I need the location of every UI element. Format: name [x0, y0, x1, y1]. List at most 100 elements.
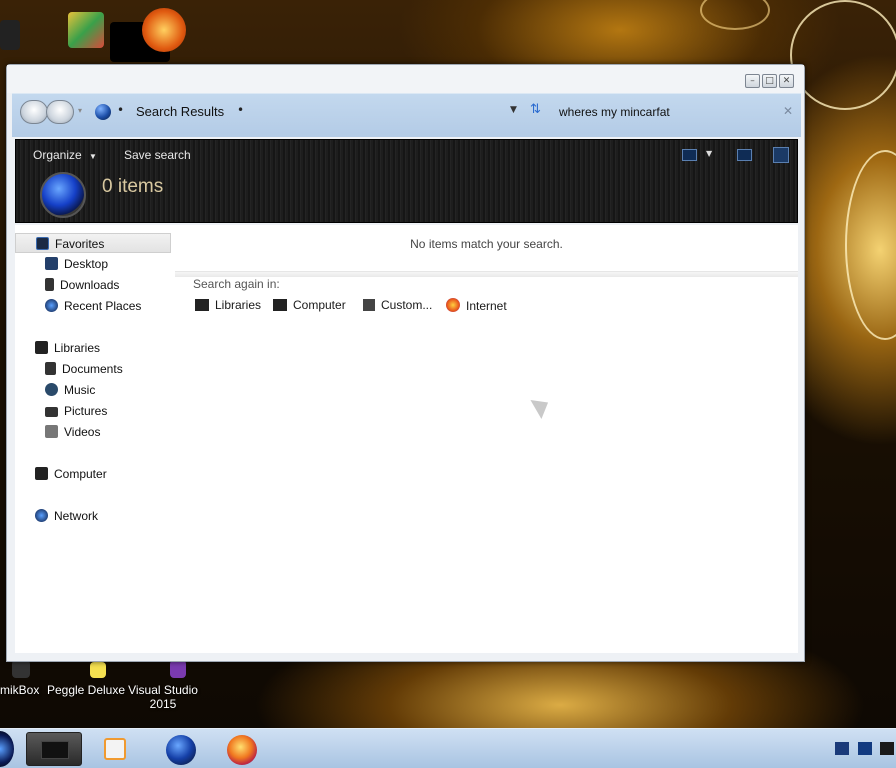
title-bar[interactable]: – □ ✕ [7, 65, 804, 93]
sidebar-item-label: Desktop [64, 257, 109, 271]
sidebar-item-label: Network [54, 509, 99, 523]
sidebar-item-desktop[interactable]: Desktop [45, 254, 108, 274]
visual-studio-label-line2: 2015 [149, 697, 177, 711]
sidebar-item-label: Music [64, 383, 96, 397]
help-icon[interactable] [773, 147, 789, 163]
desktop-icon-app[interactable] [0, 20, 20, 50]
sidebar-item-label: Favorites [55, 237, 105, 251]
mikbox-icon[interactable] [12, 660, 30, 678]
breadcrumb-separator[interactable]: • [237, 103, 244, 117]
taskbar [0, 728, 896, 768]
favorites-icon [36, 237, 49, 250]
search-input[interactable]: wheres my mincarfat [559, 105, 670, 119]
sidebar-item-label: Downloads [60, 278, 120, 292]
visual-studio-icon[interactable] [170, 660, 186, 678]
address-dropdown-icon[interactable]: ▼ [510, 105, 517, 115]
sidebar-item-music[interactable]: Music [45, 380, 95, 400]
organize-label: Organize [33, 148, 82, 162]
sidebar-item-label: Recent Places [64, 299, 142, 313]
search-location-internet[interactable]: Internet [446, 298, 507, 313]
navigation-pane: Favorites Desktop Downloads Recent Place… [15, 225, 175, 653]
search-location-libraries[interactable]: Libraries [195, 298, 261, 312]
view-dropdown-icon[interactable]: ▼ [706, 149, 712, 158]
tray-icon[interactable] [858, 742, 872, 755]
videos-icon [45, 425, 58, 438]
address-title[interactable]: Search Results [136, 104, 224, 119]
peggle-label[interactable]: Peggle Deluxe [44, 683, 128, 697]
sidebar-item-documents[interactable]: Documents [45, 359, 123, 379]
start-button[interactable] [0, 731, 14, 767]
folder-icon [363, 299, 375, 311]
taskbar-explorer[interactable] [26, 732, 82, 766]
visual-studio-label[interactable]: Visual Studio 2015 [126, 683, 200, 711]
pictures-icon [45, 407, 58, 417]
search-location-computer[interactable]: Computer [273, 298, 346, 312]
no-items-message: No items match your search. [410, 237, 563, 251]
sidebar-item-label: Documents [62, 362, 123, 376]
desktop-icon [45, 257, 58, 270]
organize-button[interactable]: Organize ▼ [33, 148, 97, 162]
peggle-icon[interactable] [90, 662, 106, 678]
sidebar-item-favorites[interactable]: Favorites [15, 233, 171, 253]
firefox-icon [446, 298, 460, 312]
desktop-icon-app[interactable] [142, 8, 186, 52]
libraries-icon [35, 341, 48, 354]
clear-search-icon[interactable]: ✕ [783, 104, 793, 118]
sidebar-item-videos[interactable]: Videos [45, 422, 100, 442]
location-label: Internet [466, 299, 507, 313]
music-icon [45, 383, 58, 396]
chevron-down-icon: ▼ [89, 152, 97, 161]
tray-icon[interactable] [835, 742, 849, 755]
tray-icon[interactable] [880, 742, 894, 755]
desktop-icon-app[interactable] [68, 12, 104, 48]
command-bar: Organize ▼ Save search ▼ 0 items [15, 139, 798, 223]
downloads-icon [45, 278, 54, 291]
wallpaper-swirl [790, 0, 896, 110]
search-location-custom[interactable]: Custom... [363, 298, 432, 312]
documents-icon [45, 362, 56, 375]
sidebar-item-label: Computer [54, 467, 107, 481]
results-pane: No items match your search. Search again… [175, 225, 798, 653]
address-bar: ▾ • Search Results • ▼ ⇅ wheres my minca… [12, 93, 801, 137]
search-again-label: Search again in: [193, 277, 280, 291]
globe-icon [95, 104, 111, 120]
folder-icon [41, 741, 69, 759]
sidebar-item-label: Libraries [54, 341, 101, 355]
sidebar-item-label: Pictures [64, 404, 108, 418]
sidebar-item-libraries[interactable]: Libraries [35, 338, 100, 358]
recent-places-icon [45, 299, 58, 312]
maximize-icon[interactable]: □ [762, 74, 777, 88]
mikbox-label[interactable]: mikBox [0, 683, 40, 697]
taskbar-firefox[interactable] [214, 732, 270, 766]
computer-icon [35, 467, 48, 480]
sidebar-item-pictures[interactable]: Pictures [45, 401, 107, 421]
firefox-icon [227, 735, 257, 765]
media-player-icon [104, 738, 126, 760]
forward-icon[interactable] [46, 100, 74, 124]
breadcrumb-separator[interactable]: • [117, 103, 124, 117]
location-label: Computer [293, 298, 346, 312]
sidebar-item-downloads[interactable]: Downloads [45, 275, 119, 295]
sidebar-item-network[interactable]: Network [35, 506, 98, 526]
back-icon[interactable] [20, 100, 48, 124]
libraries-icon [195, 299, 209, 311]
taskbar-media-player[interactable] [90, 732, 146, 766]
save-search-button[interactable]: Save search [124, 148, 191, 162]
location-label: Custom... [381, 298, 433, 312]
location-label: Libraries [215, 298, 262, 312]
close-icon[interactable]: ✕ [779, 74, 794, 88]
globe-icon [166, 735, 196, 765]
visual-studio-label-line1: Visual Studio [128, 683, 198, 697]
recent-pages-chevron-icon[interactable]: ▾ [78, 106, 82, 115]
items-count: 0 items [102, 176, 164, 197]
network-icon [35, 509, 48, 522]
sidebar-item-label: Videos [64, 425, 101, 439]
refresh-icon[interactable]: ⇅ [530, 102, 541, 117]
taskbar-globe-app[interactable] [154, 732, 210, 766]
minimize-icon[interactable]: – [745, 74, 760, 88]
view-options-icon[interactable] [682, 149, 697, 161]
sidebar-item-computer[interactable]: Computer [35, 464, 107, 484]
preview-pane-icon[interactable] [737, 149, 752, 161]
sidebar-item-recent-places[interactable]: Recent Places [45, 296, 141, 316]
search-results-icon [40, 172, 86, 218]
